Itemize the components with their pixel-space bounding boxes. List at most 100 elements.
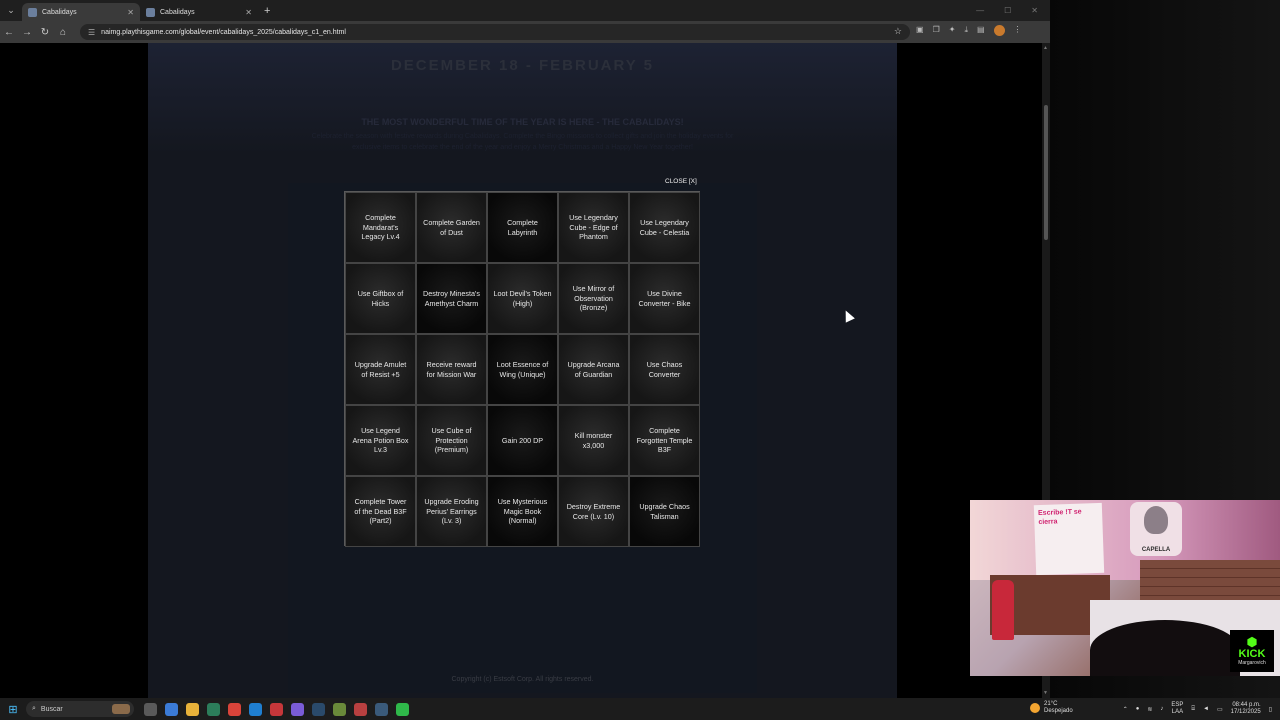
- scroll-down-icon[interactable]: ▼: [1043, 690, 1048, 696]
- bingo-cell[interactable]: Use Legendary Cube - Celestia: [629, 192, 700, 263]
- app-green-icon[interactable]: [333, 702, 346, 716]
- bingo-cell[interactable]: Upgrade Arcana of Guardian: [558, 334, 629, 405]
- close-window-icon[interactable]: ✕: [1031, 6, 1038, 15]
- kick-logo-icon: ⬢: [1246, 635, 1258, 649]
- bingo-cell[interactable]: Use Cube of Protection (Premium): [416, 405, 487, 476]
- extensions-icon[interactable]: ✦: [949, 25, 956, 36]
- download-icon[interactable]: ⤓: [964, 25, 968, 36]
- tab-search-icon[interactable]: ⌄: [0, 0, 22, 21]
- kick-brand: KICK: [1238, 648, 1266, 660]
- taskbar-search[interactable]: ⌕ Buscar: [26, 701, 134, 717]
- tab-cabalidays-2[interactable]: Cabalidays ✕: [140, 3, 258, 21]
- close-tab-icon[interactable]: ✕: [245, 8, 252, 17]
- page-footer: Copyright (c) Estsoft Corp. All rights r…: [451, 676, 594, 683]
- browser-toolbar: ← → ↻ ⌂ ☰ naimg.playthisgame.com/global/…: [0, 21, 1050, 43]
- tabs-icon[interactable]: ❐: [933, 25, 940, 36]
- weather-temp: 21°C: [1044, 701, 1058, 707]
- webcam-note: Escribe !T se cierra: [1033, 502, 1105, 576]
- keyboard-layout: LAA: [1171, 709, 1184, 715]
- bingo-cell[interactable]: Gain 200 DP: [487, 405, 558, 476]
- bingo-cell[interactable]: Receive reward for Mission War: [416, 334, 487, 405]
- toolbar-icons: ▣ ❐ ✦ ⤓ ▤ ⋮: [916, 25, 1022, 36]
- app-red-icon[interactable]: [270, 702, 283, 716]
- taskbar: ⊞ ⌕ Buscar ⌃ ● ≋ ♪ ESP LAA ⌸ ◄ ▭ 08:44 p…: [0, 698, 1280, 720]
- close-tab-icon[interactable]: ✕: [127, 8, 134, 17]
- copilot-icon[interactable]: [165, 702, 178, 716]
- bingo-cell[interactable]: Complete Garden of Dust: [416, 192, 487, 263]
- scrollbar-thumb[interactable]: [1044, 105, 1048, 240]
- webcam-streamer: [1090, 620, 1240, 676]
- screenshot-icon[interactable]: ▣: [916, 25, 924, 36]
- star-icon[interactable]: ☆: [894, 26, 902, 37]
- maximize-icon[interactable]: ☐: [1004, 6, 1011, 15]
- bingo-cell[interactable]: Upgrade Chaos Talisman: [629, 476, 700, 547]
- bingo-cell[interactable]: Complete Forgotten Temple B3F: [629, 405, 700, 476]
- chrome-icon[interactable]: [228, 702, 241, 716]
- wifi-icon[interactable]: ≋: [1147, 706, 1152, 713]
- menu-icon[interactable]: ⋮: [1014, 25, 1022, 36]
- discord-icon[interactable]: [291, 702, 304, 716]
- webcam-overlay: Escribe !T se cierra CAPELLA ⬢ KICK Marg…: [970, 500, 1280, 676]
- taskbar-apps: [144, 702, 409, 716]
- windows-start-icon[interactable]: ⊞: [0, 703, 26, 716]
- site-info-icon[interactable]: ☰: [88, 28, 95, 37]
- bingo-cell[interactable]: Upgrade Amulet of Resist +5: [345, 334, 416, 405]
- minimize-icon[interactable]: —: [976, 6, 984, 15]
- network-icon[interactable]: ⌸: [1191, 706, 1195, 713]
- battery-icon[interactable]: ▭: [1217, 706, 1223, 713]
- search-highlight-icon: [112, 704, 130, 714]
- clock[interactable]: 08:44 p.m. 17/12/2025: [1231, 702, 1261, 716]
- edge-icon[interactable]: [249, 702, 262, 716]
- bingo-cell[interactable]: Kill monster x3,000: [558, 405, 629, 476]
- bingo-cell[interactable]: Use Divine Converter - Bike: [629, 263, 700, 334]
- bingo-cell[interactable]: Complete Mandarat's Legacy Lv.4: [345, 192, 416, 263]
- task-view-icon[interactable]: [144, 702, 157, 716]
- file-explorer-icon[interactable]: [186, 702, 199, 716]
- tray-expand-icon[interactable]: ⌃: [1123, 706, 1128, 713]
- home-icon[interactable]: ⌂: [54, 27, 72, 38]
- bingo-cell[interactable]: Destroy Minesta's Amethyst Charm: [416, 263, 487, 334]
- url-text: naimg.playthisgame.com/global/event/caba…: [101, 28, 346, 36]
- weather-widget[interactable]: 21°C Despejado: [1030, 701, 1073, 715]
- profile-avatar[interactable]: [993, 25, 1005, 36]
- whatsapp-icon[interactable]: [396, 702, 409, 716]
- bingo-cell[interactable]: Complete Tower of the Dead B3F (Part2): [345, 476, 416, 547]
- notifications-icon[interactable]: ▯: [1269, 706, 1272, 713]
- tab-title: Cabalidays: [160, 8, 195, 16]
- page-title: DECEMBER 18 - FEBRUARY 5: [390, 57, 655, 74]
- language-indicator[interactable]: ESP LAA: [1171, 702, 1183, 716]
- kick-username: Margarovich: [1238, 660, 1266, 666]
- search-label: Buscar: [40, 705, 63, 713]
- bingo-cell[interactable]: Use Giftbox of Hicks: [345, 263, 416, 334]
- new-tab-icon[interactable]: +: [264, 5, 270, 17]
- store-icon[interactable]: [207, 702, 220, 716]
- bingo-cell[interactable]: Upgrade Eroding Perius' Earrings (Lv. 3): [416, 476, 487, 547]
- back-icon[interactable]: ←: [0, 27, 18, 38]
- bingo-cell[interactable]: Use Mirror of Observation (Bronze): [558, 263, 629, 334]
- sidebar-icon[interactable]: ▤: [977, 25, 985, 36]
- tab-cabalidays-1[interactable]: Cabalidays ✕: [22, 3, 140, 21]
- bingo-cell[interactable]: Use Legendary Cube - Edge of Phantom: [558, 192, 629, 263]
- bingo-cell[interactable]: Loot Devil's Token (High): [487, 263, 558, 334]
- bingo-cell[interactable]: Use Chaos Converter: [629, 334, 700, 405]
- steam-icon[interactable]: [312, 702, 325, 716]
- forward-icon[interactable]: →: [18, 27, 36, 38]
- app-blue-icon[interactable]: [375, 702, 388, 716]
- bingo-cell[interactable]: Complete Labyrinth: [487, 192, 558, 263]
- modal-close-button[interactable]: CLOSE [X]: [665, 178, 697, 185]
- speaker-icon[interactable]: ◄: [1203, 706, 1209, 712]
- capella-logo-label: CAPELLA: [1141, 547, 1171, 553]
- obs-icon[interactable]: [354, 702, 367, 716]
- scroll-up-icon[interactable]: ▲: [1043, 45, 1048, 51]
- bingo-cell[interactable]: Loot Essence of Wing (Unique): [487, 334, 558, 405]
- bingo-cell[interactable]: Destroy Extreme Core (Lv. 10): [558, 476, 629, 547]
- clock-time: 08:44 p.m.: [1232, 702, 1261, 708]
- reload-icon[interactable]: ↻: [36, 27, 54, 38]
- bingo-cell[interactable]: Use Legend Arena Potion Box Lv.3: [345, 405, 416, 476]
- favicon-icon: [28, 7, 37, 17]
- page-description: Celebrate the season with festive reward…: [311, 133, 734, 151]
- volume-icon[interactable]: ♪: [1160, 706, 1163, 712]
- address-bar[interactable]: ☰ naimg.playthisgame.com/global/event/ca…: [80, 24, 910, 40]
- bingo-cell[interactable]: Use Mysterious Magic Book (Normal): [487, 476, 558, 547]
- tray-app-icon[interactable]: ●: [1136, 706, 1140, 712]
